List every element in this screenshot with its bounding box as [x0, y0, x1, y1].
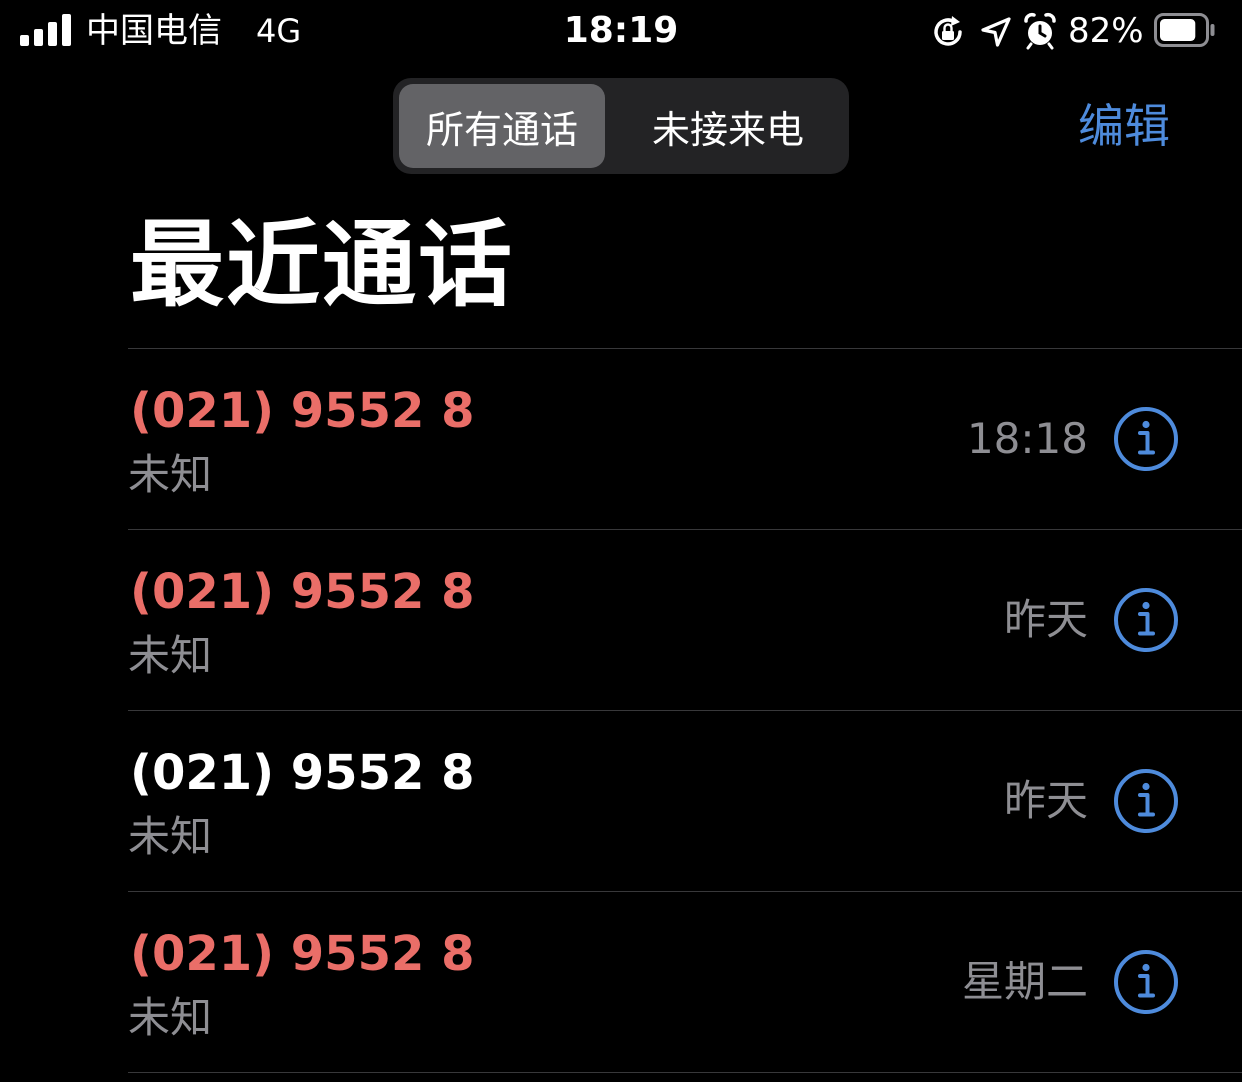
recents-list: (021) 9552 8 未知 18:18 (021) 9552 8 未知 昨天… [128, 348, 1242, 1073]
info-icon[interactable] [1112, 767, 1180, 835]
call-number: (021) 9552 8 [130, 745, 475, 801]
call-label: 未知 [128, 631, 213, 680]
alarm-icon [1024, 12, 1056, 50]
call-number: (021) 9552 8 [130, 926, 475, 982]
call-time: 昨天 [1003, 595, 1088, 644]
segment-all-calls[interactable]: 所有通话 [399, 84, 605, 168]
call-label: 未知 [128, 450, 213, 499]
battery-icon [1154, 13, 1215, 47]
call-filter-segmented-control: 所有通话 未接来电 [393, 78, 849, 174]
call-time: 昨天 [1003, 776, 1088, 825]
call-time: 星期二 [961, 957, 1088, 1006]
info-icon[interactable] [1112, 948, 1180, 1016]
call-number: (021) 9552 8 [130, 564, 475, 620]
status-bar: 中国电信 4G 18:19 82% [0, 0, 1242, 64]
call-time: 18:18 [966, 414, 1088, 463]
rotation-lock-icon [934, 16, 962, 46]
battery-percent: 82% [1068, 11, 1144, 51]
call-label: 未知 [128, 812, 213, 861]
call-row[interactable]: (021) 9552 8 未知 昨天 [128, 710, 1242, 891]
edit-button[interactable]: 编辑 [1078, 94, 1170, 158]
call-label: 未知 [128, 993, 213, 1042]
call-row[interactable]: (021) 9552 8 未知 星期二 [128, 891, 1242, 1073]
page-title: 最近通话 [130, 211, 515, 320]
segment-missed-calls[interactable]: 未接来电 [615, 84, 841, 168]
info-icon[interactable] [1112, 586, 1180, 654]
call-row[interactable]: (021) 9552 8 未知 18:18 [128, 348, 1242, 529]
call-number: (021) 9552 8 [130, 383, 475, 439]
call-row[interactable]: (021) 9552 8 未知 昨天 [128, 529, 1242, 710]
location-icon [981, 17, 1011, 47]
info-icon[interactable] [1112, 405, 1180, 473]
